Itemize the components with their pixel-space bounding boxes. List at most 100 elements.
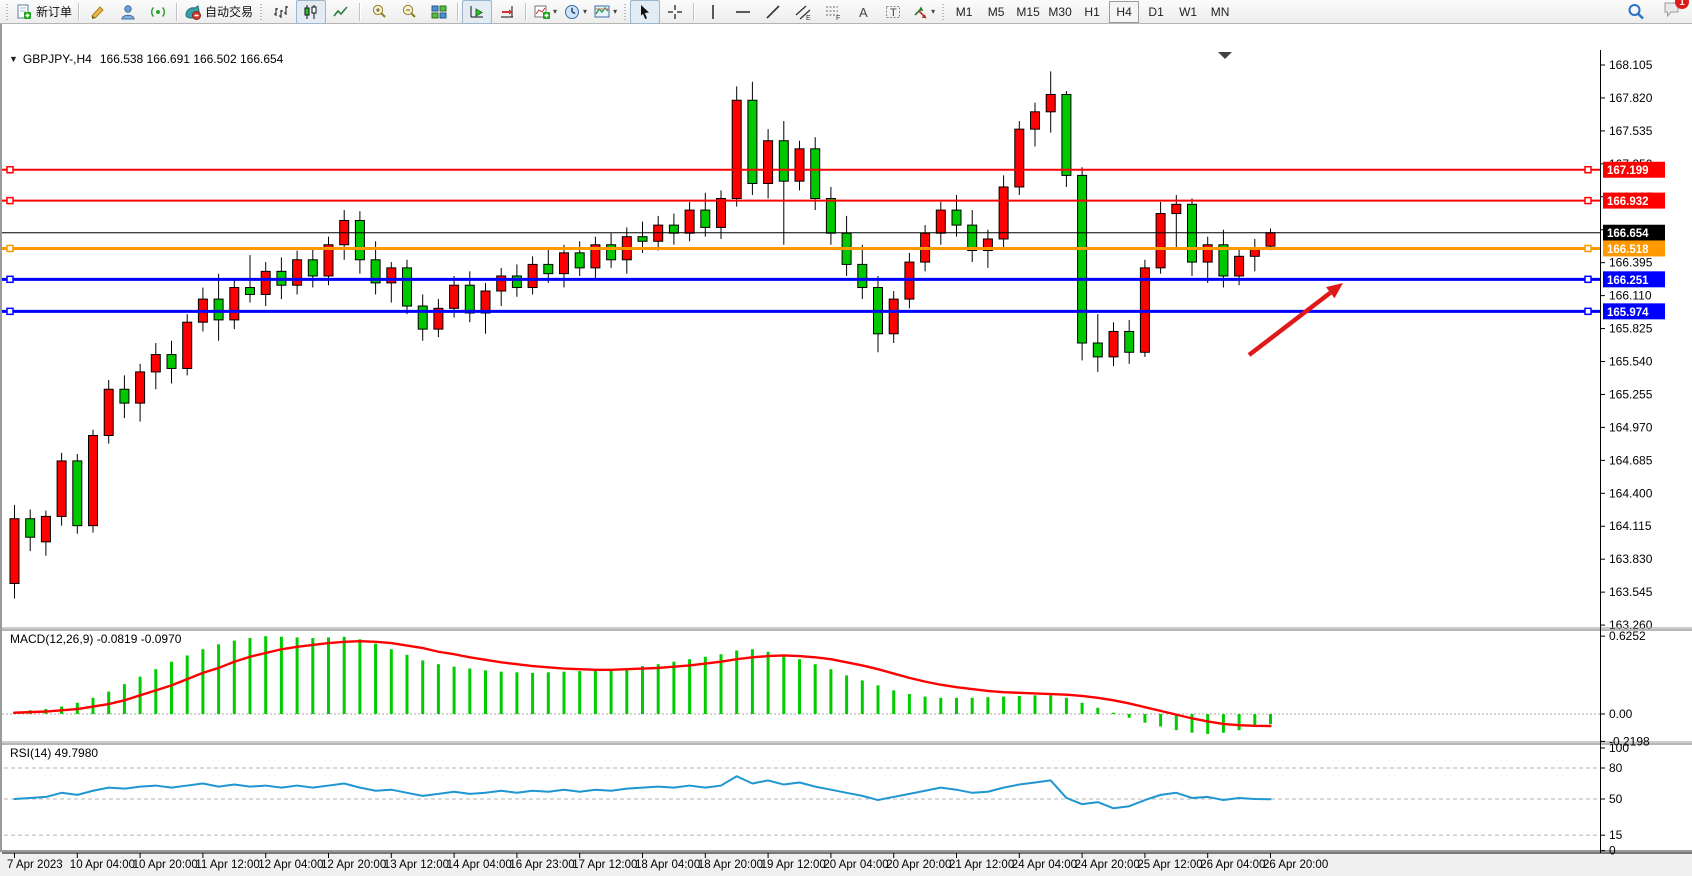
hline-handle[interactable] [7, 245, 13, 251]
candle [1015, 129, 1024, 187]
hline-handle[interactable] [7, 308, 13, 314]
signals-button[interactable] [143, 0, 173, 24]
time-axis-label: 25 Apr 12:00 [1137, 859, 1202, 871]
macd-histogram-bar [1253, 714, 1256, 726]
candle [104, 389, 113, 435]
hline-handle[interactable] [1585, 276, 1591, 282]
metaeditor-icon [89, 3, 107, 21]
horizontal-line-button[interactable] [728, 0, 758, 24]
candle [858, 264, 867, 287]
svg-text:E: E [806, 15, 811, 21]
zoom-in-icon [370, 3, 388, 21]
timeframe-MN[interactable]: MN [1205, 1, 1235, 23]
candle [120, 389, 129, 403]
equidistant-channel-icon: E [794, 3, 812, 21]
candle [308, 260, 317, 276]
text-label-button[interactable]: T [878, 0, 908, 24]
hline-handle[interactable] [1585, 167, 1591, 173]
zoom-out-button[interactable] [394, 0, 424, 24]
signals-icon [149, 3, 167, 21]
timeframe-M5[interactable]: M5 [981, 1, 1011, 23]
timeframe-W1[interactable]: W1 [1173, 1, 1203, 23]
candle [701, 210, 710, 227]
ohlc-values: 166.538 166.691 166.502 166.654 [100, 52, 284, 66]
zoom-in-button[interactable] [364, 0, 394, 24]
timeframe-M1[interactable]: M1 [949, 1, 979, 23]
macd-histogram-bar [233, 641, 236, 714]
candle [355, 220, 364, 259]
candle [512, 276, 521, 288]
profile-button[interactable] [113, 0, 143, 24]
candle [889, 299, 898, 334]
hline-handle[interactable] [7, 198, 13, 204]
timeframe-H4[interactable]: H4 [1109, 1, 1139, 23]
crosshair-button[interactable] [660, 0, 690, 24]
time-axis-label: 18 Apr 04:00 [635, 859, 700, 871]
macd-histogram-bar [657, 664, 660, 714]
chart-shift-marker[interactable] [1218, 52, 1232, 59]
price-axis-label: 165.255 [1609, 387, 1653, 401]
autotrading-button[interactable]: 自动交易 [181, 0, 256, 24]
macd-histogram-bar [594, 670, 597, 714]
templates-button[interactable]: ▾ [590, 0, 620, 24]
fibonacci-button[interactable]: F [818, 0, 848, 24]
indicators-icon [533, 3, 551, 21]
rsi-axis-label: 15 [1609, 828, 1623, 842]
vertical-line-button[interactable] [698, 0, 728, 24]
timeframe-M30[interactable]: M30 [1045, 1, 1075, 23]
new-order-button[interactable]: 新订单 [12, 0, 75, 24]
macd-histogram-bar [1096, 708, 1099, 714]
hline-handle[interactable] [7, 276, 13, 282]
macd-histogram-bar [641, 666, 644, 714]
timeframe-M15[interactable]: M15 [1013, 1, 1043, 23]
tile-windows-button[interactable] [424, 0, 454, 24]
line-chart-button[interactable] [326, 0, 356, 24]
title-collapse-arrow[interactable]: ▼ [9, 54, 18, 64]
macd-histogram-bar [531, 673, 534, 714]
macd-histogram-bar [1269, 714, 1272, 724]
time-axis-label: 17 Apr 12:00 [572, 859, 637, 871]
timeframe-bar: M1M5M15M30H1H4D1W1MN [948, 1, 1236, 23]
chevron-down-icon: ▾ [583, 7, 587, 16]
hline-handle[interactable] [1585, 245, 1591, 251]
hline-handle[interactable] [1585, 308, 1591, 314]
candle [1266, 233, 1275, 246]
channel-button[interactable]: E [788, 0, 818, 24]
macd-histogram-bar [625, 668, 628, 714]
price-axis-label: 163.830 [1609, 552, 1653, 566]
indicators-button[interactable]: ▾ [530, 0, 560, 24]
metaeditor-button[interactable] [83, 0, 113, 24]
macd-histogram-bar [296, 637, 299, 714]
trend-arrow[interactable] [1249, 293, 1330, 355]
trendline-button[interactable] [758, 0, 788, 24]
candle [246, 288, 255, 295]
timeframe-H1[interactable]: H1 [1077, 1, 1107, 23]
fibonacci-icon: F [824, 3, 842, 21]
bar-chart-button[interactable] [266, 0, 296, 24]
time-axis-label: 11 Apr 12:00 [195, 859, 259, 871]
arrows-button[interactable]: ▾ [908, 0, 938, 24]
price-axis-label: 168.105 [1609, 58, 1653, 72]
chart-shift-button[interactable] [492, 0, 522, 24]
periods-button[interactable]: ▾ [560, 0, 590, 24]
notifications-button[interactable]: 1 [1662, 0, 1682, 24]
time-axis-label: 19 Apr 12:00 [761, 859, 826, 871]
toolbar-separator [176, 3, 178, 21]
hline-handle[interactable] [1585, 198, 1591, 204]
autoscroll-button[interactable] [462, 0, 492, 24]
candle [1109, 331, 1118, 356]
hline-handle[interactable] [7, 167, 13, 173]
timeframe-D1[interactable]: D1 [1141, 1, 1171, 23]
candle [575, 253, 584, 268]
macd-histogram-bar [814, 664, 817, 714]
search-icon[interactable] [1626, 2, 1646, 22]
macd-histogram-bar [829, 669, 832, 714]
text-button[interactable]: A [848, 0, 878, 24]
cursor-button[interactable] [630, 0, 660, 24]
macd-histogram-bar [1238, 714, 1241, 730]
candle [214, 299, 223, 320]
macd-histogram-bar [924, 697, 927, 714]
candlestick-chart-button[interactable] [296, 0, 326, 24]
candle [403, 268, 412, 306]
candle [1062, 94, 1071, 175]
